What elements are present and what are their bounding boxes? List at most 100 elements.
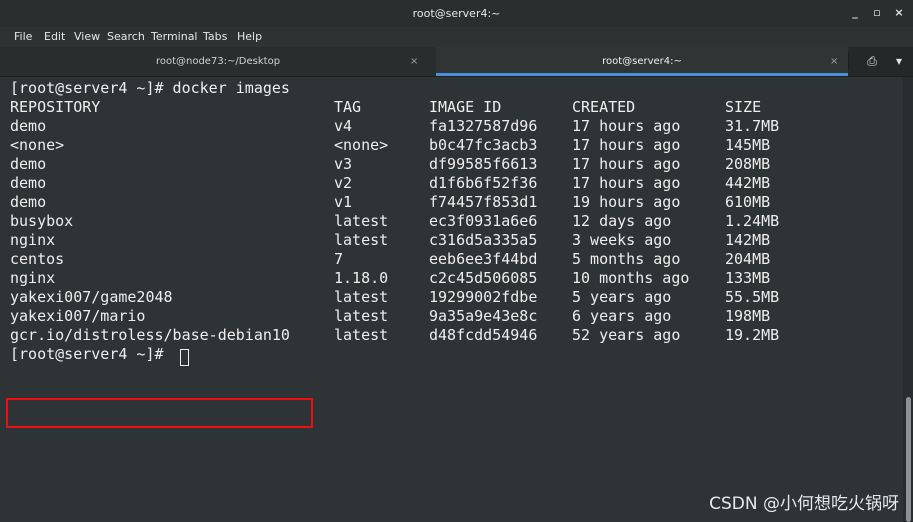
table-header-row: REPOSITORY TAG IMAGE ID CREATED SIZE	[10, 98, 890, 117]
cell-tag: v3	[334, 155, 353, 173]
table-row: demo v4 fa1327587d96 17 hours ago 31.7MB	[10, 117, 890, 136]
cell-image-id: fa1327587d96	[429, 117, 538, 135]
cell-repository: busybox	[10, 212, 74, 230]
tab-label: root@server4:~	[602, 56, 682, 67]
header-tag: TAG	[334, 98, 362, 116]
cell-created: 17 hours ago	[572, 155, 681, 173]
menu-item-search[interactable]: Search	[107, 30, 145, 43]
table-row: demo v3 df99585f6613 17 hours ago 208MB	[10, 155, 890, 174]
cell-size: 142MB	[725, 231, 771, 249]
cell-image-id: 19299002fdbe	[429, 288, 538, 306]
menu-bar: File Edit View Search Terminal Tabs Help	[0, 27, 913, 47]
scrollbar-thumb[interactable]	[906, 397, 911, 522]
table-row: nginx latest c316d5a335a5 3 weeks ago 142MB	[10, 231, 890, 250]
cell-size: 198MB	[725, 307, 771, 325]
menu-item-help[interactable]: Help	[237, 30, 262, 43]
cell-repository: centos	[10, 250, 65, 268]
cell-size: 208MB	[725, 155, 771, 173]
cell-tag: latest	[334, 326, 389, 344]
cell-created: 10 months ago	[572, 269, 690, 287]
cell-created: 17 hours ago	[572, 136, 681, 154]
cell-repository: nginx	[10, 231, 56, 249]
header-repository: REPOSITORY	[10, 98, 101, 116]
cell-repository: demo	[10, 193, 47, 211]
header-created: CREATED	[572, 98, 636, 116]
cell-image-id: ec3f0931a6e6	[429, 212, 538, 230]
scrollbar[interactable]	[903, 77, 913, 522]
tab-close-icon[interactable]: ×	[410, 47, 418, 76]
cell-size: 31.7MB	[725, 117, 780, 135]
table-row: <none> <none> b0c47fc3acb3 17 hours ago 145M…	[10, 136, 890, 155]
window-title: root@server4:~	[412, 7, 501, 20]
table-row: demo v1 f74457f853d1 19 hours ago 610MB	[10, 193, 890, 212]
cell-created: 52 years ago	[572, 326, 681, 344]
cell-created: 19 hours ago	[572, 193, 681, 211]
table-row: yakexi007/mario latest 9a35a9e43e8c 6 years…	[10, 307, 890, 326]
cell-created: 3 weeks ago	[572, 231, 672, 249]
table-row: nginx 1.18.0 c2c45d506085 10 months ago 133M…	[10, 269, 890, 288]
cell-repository: <none>	[10, 136, 65, 154]
cell-size: 204MB	[725, 250, 771, 268]
cell-repository: yakexi007/game2048	[10, 288, 173, 306]
highlight-box	[6, 398, 313, 428]
cell-size: 19.2MB	[725, 326, 780, 344]
tab-separator	[848, 53, 849, 70]
cell-repository: demo	[10, 174, 47, 192]
cell-tag: v2	[334, 174, 353, 192]
cell-image-id: eeb6ee3f44bd	[429, 250, 538, 268]
cell-size: 1.24MB	[725, 212, 780, 230]
cell-created: 17 hours ago	[572, 117, 681, 135]
cell-created: 5 years ago	[572, 288, 672, 306]
cell-created: 6 years ago	[572, 307, 672, 325]
cell-tag: v1	[334, 193, 353, 211]
header-size: SIZE	[725, 98, 762, 116]
cell-size: 610MB	[725, 193, 771, 211]
cell-repository: demo	[10, 155, 47, 173]
cell-size: 55.5MB	[725, 288, 780, 306]
cell-repository: nginx	[10, 269, 56, 287]
cell-image-id: c2c45d506085	[429, 269, 538, 287]
table-row: centos 7 eeb6ee3f44bd 5 months ago 204MB	[10, 250, 890, 269]
watermark: CSDN @小何想吃火锅呀	[709, 494, 899, 514]
tab-close-icon[interactable]: ×	[830, 47, 838, 76]
menu-item-file[interactable]: File	[14, 30, 32, 43]
cell-tag: v4	[334, 117, 353, 135]
table-row: yakexi007/game2048 latest 19299002fdbe 5 ye…	[10, 288, 890, 307]
cell-tag: latest	[334, 212, 389, 230]
cell-created: 12 days ago	[572, 212, 672, 230]
menu-item-edit[interactable]: Edit	[44, 30, 65, 43]
menu-item-terminal[interactable]: Terminal	[151, 30, 198, 43]
cell-size: 133MB	[725, 269, 771, 287]
menu-item-view[interactable]: View	[74, 30, 100, 43]
header-image-id: IMAGE ID	[429, 98, 502, 116]
tab-server4[interactable]: root@server4:~	[436, 47, 848, 76]
table-row: gcr.io/distroless/base-debian10 latest d48…	[10, 326, 890, 345]
new-tab-icon[interactable]: ⎙	[858, 47, 886, 76]
table-row: busybox latest ec3f0931a6e6 12 days ago 1.24…	[10, 212, 890, 231]
tab-node73-desktop[interactable]: root@node73:~/Desktop	[0, 47, 436, 76]
cell-image-id: d48fcdd54946	[429, 326, 538, 344]
cell-tag: <none>	[334, 136, 389, 154]
cell-size: 145MB	[725, 136, 771, 154]
cell-created: 5 months ago	[572, 250, 681, 268]
window-titlebar: root@server4:~ _ ▫ ×	[0, 0, 913, 27]
cell-tag: latest	[334, 288, 389, 306]
minimize-button[interactable]: _	[846, 4, 864, 22]
terminal-cursor	[180, 349, 189, 366]
maximize-button[interactable]: ▫	[868, 4, 886, 22]
tab-menu-chevron-down-icon[interactable]: ▾	[890, 47, 908, 76]
cell-tag: latest	[334, 307, 389, 325]
close-button[interactable]: ×	[890, 4, 908, 22]
cell-repository: yakexi007/mario	[10, 307, 146, 325]
menu-item-tabs[interactable]: Tabs	[203, 30, 227, 43]
cell-tag: latest	[334, 231, 389, 249]
terminal-output[interactable]: [root@server4 ~]# docker images REPOSITO…	[0, 77, 903, 522]
cell-image-id: c316d5a335a5	[429, 231, 538, 249]
cell-image-id: 9a35a9e43e8c	[429, 307, 538, 325]
cell-image-id: df99585f6613	[429, 155, 538, 173]
cell-size: 442MB	[725, 174, 771, 192]
cell-repository: demo	[10, 117, 47, 135]
cell-image-id: b0c47fc3acb3	[429, 136, 538, 154]
terminal-command-line: [root@server4 ~]# docker images	[10, 79, 290, 97]
cell-image-id: d1f6b6f52f36	[429, 174, 538, 192]
